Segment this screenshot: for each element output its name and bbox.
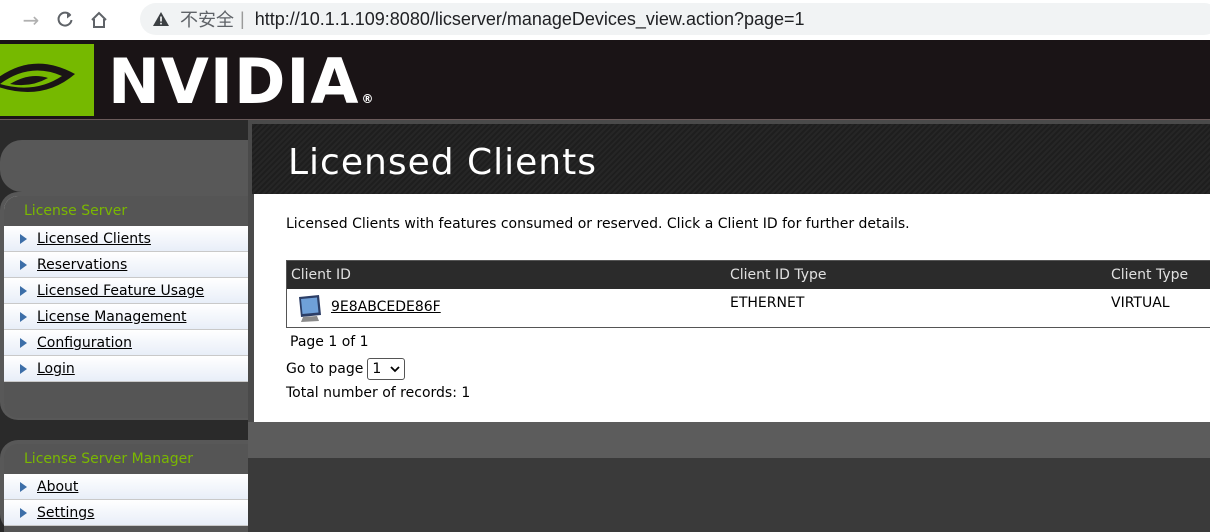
table-row: 9E8ABCEDE86F ETHERNET VIRTUAL <box>287 289 1210 327</box>
arrow-right-icon <box>20 364 27 374</box>
sidebar-item-login[interactable]: Login <box>4 356 248 382</box>
sidebar-item-settings[interactable]: Settings <box>4 500 248 526</box>
clients-table: Client ID Client ID Type Client Type 9E8… <box>286 260 1210 328</box>
page-header: Licensed Clients <box>252 124 1210 194</box>
nvidia-eye-logo-icon <box>0 44 94 116</box>
forward-icon[interactable]: → <box>14 3 48 37</box>
column-header-client-id-type: Client ID Type <box>730 267 827 283</box>
sidebar-item-configuration[interactable]: Configuration <box>4 330 248 356</box>
goto-page-label: Go to page <box>286 361 364 377</box>
arrow-right-icon <box>20 312 27 322</box>
client-type-cell: VIRTUAL <box>1111 295 1170 311</box>
license-server-panel: License Server Licensed Clients Reservat… <box>0 192 248 420</box>
reload-icon[interactable] <box>48 3 82 37</box>
chevron-down-icon <box>390 365 400 372</box>
page-select[interactable]: 1 <box>367 358 406 380</box>
logo-text: NVIDIA <box>108 45 360 118</box>
sidebar-item-about[interactable]: About <box>4 474 248 500</box>
page-title: Licensed Clients <box>288 142 597 183</box>
sidebar-item-reservations[interactable]: Reservations <box>4 252 248 278</box>
address-bar[interactable]: 不安全 | http://10.1.1.109:8080/licserver/m… <box>140 3 1210 35</box>
client-id-type-cell: ETHERNET <box>730 295 805 311</box>
content-footer-bar <box>248 422 1210 458</box>
page-indicator: Page 1 of 1 <box>290 334 369 350</box>
arrow-right-icon <box>20 286 27 296</box>
insecure-label: 不安全 <box>180 10 234 30</box>
sidebar-item-licensed-feature-usage[interactable]: Licensed Feature Usage <box>4 278 248 304</box>
arrow-right-icon <box>20 482 27 492</box>
license-server-manager-panel: License Server Manager About Settings <box>0 440 248 532</box>
column-header-client-id: Client ID <box>291 267 351 283</box>
intro-text: Licensed Clients with features consumed … <box>286 216 910 232</box>
url-separator: | <box>240 8 245 29</box>
arrow-right-icon <box>20 234 27 244</box>
main-area: Licensed Clients Licensed Clients with f… <box>248 120 1210 532</box>
total-records: Total number of records: 1 <box>286 385 471 401</box>
arrow-right-icon <box>20 338 27 348</box>
column-header-client-type: Client Type <box>1111 267 1189 283</box>
sidebar-top-cap <box>0 140 248 192</box>
arrow-right-icon <box>20 260 27 270</box>
client-id-link[interactable]: 9E8ABCEDE86F <box>331 299 441 315</box>
sidebar-item-license-management[interactable]: License Management <box>4 304 248 330</box>
page-select-value: 1 <box>372 361 382 377</box>
table-header: Client ID Client ID Type Client Type <box>287 261 1210 289</box>
warning-icon[interactable] <box>152 10 170 28</box>
sidebar-item-licensed-clients[interactable]: Licensed Clients <box>4 226 248 252</box>
license-server-title: License Server <box>4 196 248 226</box>
sidebar: License Server Licensed Clients Reservat… <box>0 120 248 532</box>
computer-monitor-icon <box>295 293 325 325</box>
arrow-right-icon <box>20 508 27 518</box>
url-text[interactable]: http://10.1.1.109:8080/licserver/manageD… <box>255 9 805 30</box>
home-icon[interactable] <box>82 3 116 37</box>
goto-page: Go to page 1 <box>286 358 406 380</box>
content-panel: Licensed Clients with features consumed … <box>254 194 1210 422</box>
site-header: NVIDIA ® <box>0 40 1210 120</box>
browser-toolbar: → 不安全 | http://10.1.1.109:8080/licserver… <box>0 0 1210 40</box>
registered-mark: ® <box>361 92 375 106</box>
license-server-manager-title: License Server Manager <box>4 444 248 474</box>
